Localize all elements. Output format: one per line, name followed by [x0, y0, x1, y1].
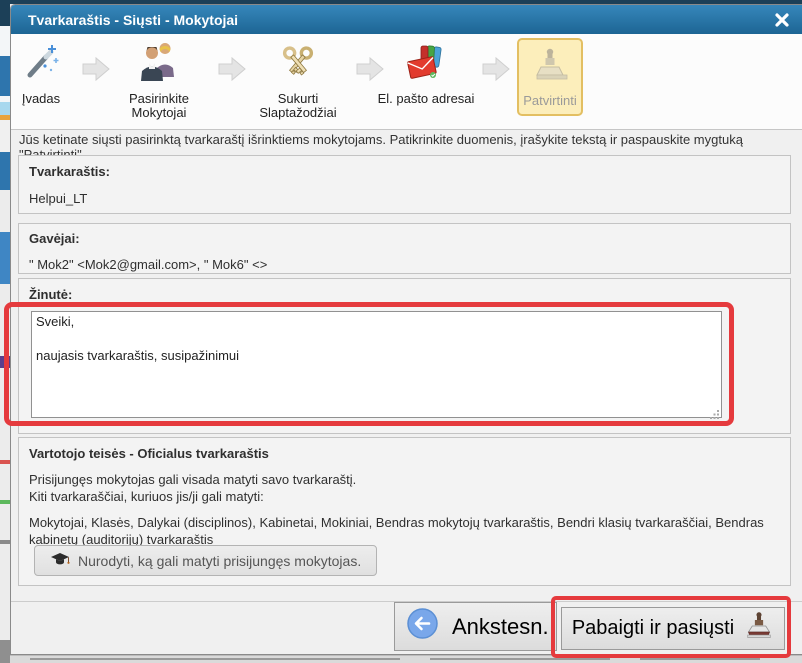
recipients-value: " Mok2" <Mok2@gmail.com>, " Mok6" <>: [29, 257, 780, 272]
step-ivadas[interactable]: Įvadas: [13, 40, 69, 106]
step-pasirinkite-mokytojai[interactable]: Pasirinkite Mokytojai: [107, 40, 211, 121]
finish-and-send-button[interactable]: Pabaigti ir pasiųsti: [561, 607, 785, 650]
step-label: Įvadas: [13, 92, 69, 107]
back-arrow-icon: [407, 608, 438, 645]
permissions-line1: Prisijungęs mokytojas gali visada matyti…: [29, 471, 780, 488]
permissions-title: Vartotojo teisės - Oficialus tvarkarašti…: [29, 446, 780, 461]
specify-visibility-button[interactable]: Nurodyti, ką gali matyti prisijungęs mok…: [34, 545, 377, 576]
previous-button-label: Ankstesn.: [452, 614, 549, 640]
dialog-title: Tvarkaraštis - Siųsti - Mokytojai: [28, 12, 238, 28]
teachers-icon: [107, 42, 211, 88]
step-label: El. pašto adresai: [371, 92, 481, 107]
graduation-cap-icon: [50, 552, 70, 570]
resize-handle-icon[interactable]: [710, 406, 720, 424]
underlying-page-bottom-edge: [10, 655, 802, 663]
dialog-titlebar: Tvarkaraštis - Siųsti - Mokytojai: [11, 5, 802, 34]
step-patvirtinti-active[interactable]: Patvirtinti: [517, 38, 583, 116]
stamp-icon: [519, 46, 581, 90]
keys-icon: [243, 42, 353, 88]
screenshot-stage: Tvarkaraštis - Siųsti - Mokytojai: [0, 0, 802, 663]
recipients-label: Gavėjai:: [29, 231, 780, 246]
close-icon[interactable]: [775, 13, 789, 27]
specify-visibility-label: Nurodyti, ką gali matyti prisijungęs mok…: [78, 553, 361, 569]
step-label: Pasirinkite Mokytojai: [107, 92, 211, 121]
step-el-pasto-adresai[interactable]: El. pašto adresai: [371, 40, 481, 106]
wizard-steps-bar: Įvadas Pasirinkite Mok: [11, 34, 802, 130]
message-textarea[interactable]: Sveiki, naujasis tvarkaraštis, susipažin…: [31, 311, 722, 418]
step-arrow-icon: [481, 56, 511, 87]
step-label: Sukurti Slaptažodžiai: [243, 92, 353, 121]
stamp-icon: [744, 611, 774, 647]
schedule-label: Tvarkaraštis:: [29, 164, 780, 179]
message-label: Žinutė:: [29, 287, 780, 302]
permissions-items: Mokytojai, Klasės, Dalykai (disciplinos)…: [29, 514, 780, 548]
permissions-line2: Kiti tvarkaraščiai, kuriuos jis/ji gali …: [29, 488, 780, 505]
step-label: Patvirtinti: [519, 94, 581, 109]
message-box: Žinutė: Sveiki, naujasis tvarkaraštis, s…: [18, 278, 791, 434]
recipients-box: Gavėjai: " Mok2" <Mok2@gmail.com>, " Mok…: [18, 223, 791, 274]
email-icon: [371, 42, 481, 88]
previous-button[interactable]: Ankstesn.: [394, 602, 557, 651]
send-schedule-dialog: Tvarkaraštis - Siųsti - Mokytojai: [10, 4, 802, 655]
step-sukurti-slaptazodziai[interactable]: Sukurti Slaptažodžiai: [243, 40, 353, 121]
finish-button-label: Pabaigti ir pasiųsti: [572, 617, 734, 640]
permissions-box: Vartotojo teisės - Oficialus tvarkarašti…: [18, 437, 791, 586]
schedule-box: Tvarkaraštis: Helpui_LT: [18, 155, 791, 214]
schedule-value: Helpui_LT: [29, 191, 780, 206]
magic-wand-icon: [13, 42, 69, 88]
